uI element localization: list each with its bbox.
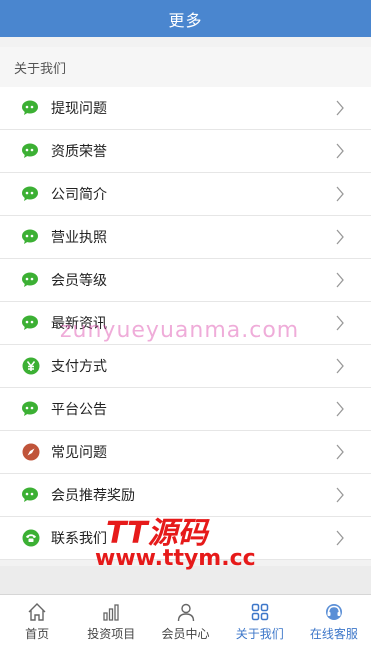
menu-item-label: 营业执照 — [51, 230, 107, 246]
tab-label: 投资项目 — [87, 627, 136, 641]
watermark-url: www.ttym.cc — [95, 546, 256, 571]
menu-item-label: 会员推荐奖励 — [51, 488, 135, 504]
menu-item-label: 公司简介 — [51, 187, 107, 203]
tab-home[interactable]: 首页 — [0, 595, 74, 647]
menu-item-withdrawal-faq[interactable]: 提现问题 — [0, 87, 371, 130]
tab-about-us[interactable]: 关于我们 — [223, 595, 297, 647]
wechat-bubble-icon — [22, 228, 40, 246]
headset-icon — [325, 604, 342, 620]
menu-item-label: 会员等级 — [51, 273, 107, 289]
menu-item-company-profile[interactable]: 公司简介 — [0, 173, 371, 216]
tab-online-support[interactable]: 在线客服 — [297, 595, 371, 647]
menu-item-label: 联系我们 — [51, 531, 107, 547]
wechat-bubble-icon — [22, 314, 40, 332]
wechat-bubble-icon — [22, 486, 40, 504]
chevron-right-icon — [336, 444, 344, 460]
grid-icon — [251, 603, 268, 621]
chevron-right-icon — [336, 315, 344, 331]
page-title: 更多 — [168, 10, 203, 30]
menu-item-label: 提现问题 — [51, 101, 107, 117]
home-icon — [28, 603, 46, 621]
section-title: 关于我们 — [14, 61, 67, 77]
tab-label: 在线客服 — [309, 627, 358, 641]
chevron-right-icon — [336, 358, 344, 374]
menu-item-business-license[interactable]: 营业执照 — [0, 216, 371, 259]
wechat-bubble-icon — [22, 99, 40, 117]
tab-label: 首页 — [25, 627, 50, 641]
menu-item-payment-methods[interactable]: 支付方式 — [0, 345, 371, 388]
menu-item-label: 平台公告 — [51, 402, 107, 418]
bottom-tab-bar: 首页 投资项目 会员中心 关于我们 在线客服 — [0, 594, 371, 647]
menu-item-label: 常见问题 — [51, 445, 107, 461]
menu-item-member-levels[interactable]: 会员等级 — [0, 259, 371, 302]
wechat-bubble-icon — [22, 185, 40, 203]
tab-member-center[interactable]: 会员中心 — [148, 595, 222, 647]
tab-label: 会员中心 — [161, 627, 210, 641]
menu-item-qualifications[interactable]: 资质荣誉 — [0, 130, 371, 173]
chevron-right-icon — [336, 229, 344, 245]
menu-item-label: 资质荣誉 — [51, 144, 107, 160]
bar-chart-icon — [103, 604, 119, 621]
wechat-bubble-icon — [22, 271, 40, 289]
yen-circle-icon — [22, 357, 40, 375]
chevron-right-icon — [336, 100, 344, 116]
tab-investment-projects[interactable]: 投资项目 — [74, 595, 148, 647]
menu-item-label: 支付方式 — [51, 359, 107, 375]
watermark-domain: zunyueyuanma.com — [60, 318, 300, 343]
chevron-right-icon — [336, 401, 344, 417]
chevron-right-icon — [336, 530, 344, 546]
tab-label: 关于我们 — [235, 627, 284, 641]
phone-icon — [22, 529, 40, 547]
menu-item-faq[interactable]: 常见问题 — [0, 431, 371, 474]
page-header: 更多 — [0, 0, 371, 37]
chevron-right-icon — [336, 487, 344, 503]
user-icon — [177, 603, 194, 622]
wechat-bubble-icon — [22, 142, 40, 160]
chevron-right-icon — [336, 143, 344, 159]
chevron-right-icon — [336, 272, 344, 288]
section-header: 关于我们 — [0, 47, 371, 87]
compass-icon — [22, 443, 40, 461]
wechat-bubble-icon — [22, 400, 40, 418]
menu-item-announcements[interactable]: 平台公告 — [0, 388, 371, 431]
chevron-right-icon — [336, 186, 344, 202]
